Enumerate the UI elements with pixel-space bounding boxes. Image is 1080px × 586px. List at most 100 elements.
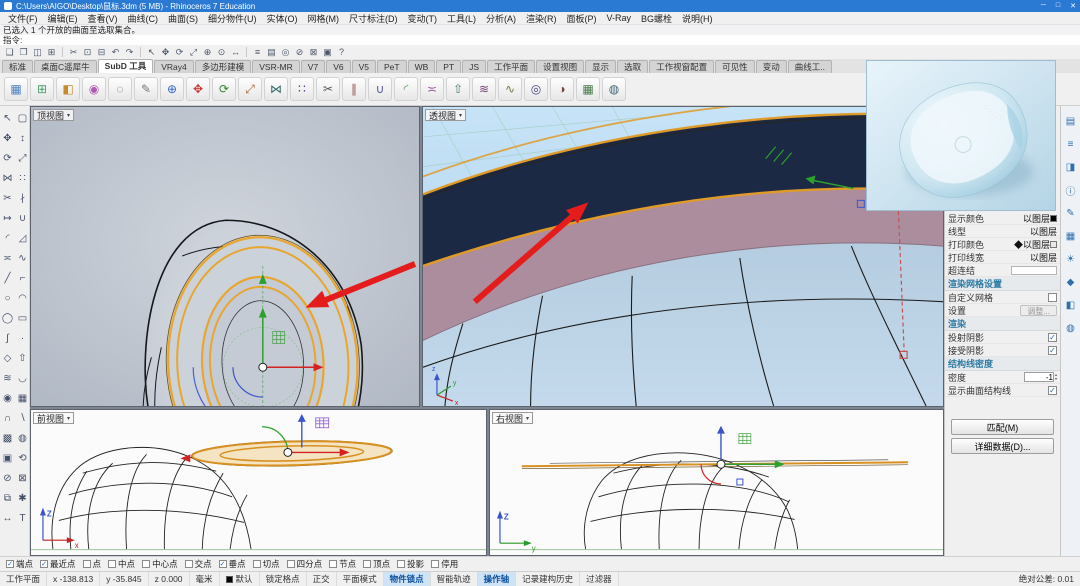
checkbox[interactable]: ✓	[1048, 332, 1057, 342]
spinner-down-icon[interactable]: ▾	[1055, 377, 1057, 381]
toolbar-tab[interactable]: V5	[351, 60, 376, 73]
fillet-icon[interactable]: ◜	[0, 228, 15, 248]
sweep-icon[interactable]: ◡	[15, 368, 30, 388]
point-icon[interactable]: ·	[15, 328, 30, 348]
lock-object-icon[interactable]: ⊠	[307, 46, 320, 58]
panel-row-value[interactable]: 以图层	[1030, 251, 1057, 264]
menu-item[interactable]: 分析(A)	[481, 12, 521, 25]
status-toggle[interactable]: 物件锁点	[383, 572, 431, 586]
array-tool-icon[interactable]: ∷	[290, 77, 314, 101]
status-toggle[interactable]: 智能轨迹	[431, 572, 478, 586]
osnap-item[interactable]: 中心点	[142, 558, 178, 570]
osnap-checkbox[interactable]	[82, 560, 91, 568]
osnap-item[interactable]: ✓ 最近点	[40, 558, 76, 570]
offset-icon[interactable]: ≍	[0, 248, 15, 268]
density-input[interactable]	[1023, 372, 1054, 382]
curve-icon[interactable]: ∫	[0, 328, 15, 348]
menu-item[interactable]: 渲染(R)	[521, 12, 562, 25]
patch-icon[interactable]: ▦	[15, 388, 30, 408]
revolve-icon[interactable]: ◉	[0, 388, 15, 408]
osnap-checkbox[interactable]	[184, 560, 193, 568]
move-icon[interactable]: ✥	[0, 128, 15, 148]
zoom-window-icon[interactable]: ⊕	[201, 46, 214, 58]
panel-row-value[interactable]: ◆以图层	[1014, 238, 1050, 251]
split-tool-icon[interactable]: ∥	[342, 77, 366, 101]
osnap-item[interactable]: 交点	[184, 558, 212, 570]
osnap-item[interactable]: 切点	[252, 558, 280, 570]
shaded-view-icon[interactable]: ◧	[56, 77, 80, 101]
status-toggle[interactable]: 正交	[307, 572, 337, 586]
mesh-icon[interactable]: ▩	[0, 428, 15, 448]
viewport-label-perspective[interactable]: 透视图 ▾	[425, 109, 467, 121]
copy-icon[interactable]: ⊡	[81, 46, 94, 58]
new-file-icon[interactable]: ❏	[3, 46, 16, 58]
cage-edit-icon[interactable]: ▣	[0, 448, 15, 468]
menu-item[interactable]: 工具(L)	[442, 12, 481, 25]
viewport-label-front[interactable]: 前视图 ▾	[33, 412, 75, 424]
sweep-tool-icon[interactable]: ∿	[498, 77, 522, 101]
rendered-view-icon[interactable]: ◉	[82, 77, 106, 101]
viewport-label-right[interactable]: 右视图 ▾	[492, 412, 534, 424]
color-swatch[interactable]	[1050, 240, 1057, 248]
offset-tool-icon[interactable]: ≍	[420, 77, 444, 101]
paste-icon[interactable]: ⊟	[95, 46, 108, 58]
boolean-tool-icon[interactable]: ◑	[550, 77, 574, 101]
rendering-panel-tab-icon[interactable]: ◧	[1063, 298, 1078, 313]
menu-item[interactable]: 面板(P)	[562, 12, 602, 25]
help-icon[interactable]: ?	[335, 46, 348, 58]
panel-row-value[interactable]: 以图层	[1030, 225, 1057, 238]
join-tool-icon[interactable]: ∪	[368, 77, 392, 101]
toolbar-tab[interactable]: 桌面C遥犀牛	[34, 60, 97, 73]
status-toggle[interactable]: 平面模式	[337, 572, 384, 586]
zoom-extents-icon[interactable]: ⊙	[215, 46, 228, 58]
mirror-icon[interactable]: ⋈	[0, 168, 15, 188]
print-icon[interactable]: ⊞	[45, 46, 58, 58]
osnap-checkbox[interactable]	[252, 560, 261, 568]
checkbox[interactable]: ✓	[1048, 385, 1057, 395]
command-prompt-input[interactable]: 指令:	[0, 35, 1080, 45]
toolbar-tab[interactable]: VSR-MR	[252, 60, 300, 73]
join-icon[interactable]: ∪	[15, 208, 30, 228]
open-file-icon[interactable]: ❐	[17, 46, 30, 58]
viewport-menu-arrow-icon[interactable]: ▾	[67, 112, 70, 119]
menu-item[interactable]: 曲线(C)	[123, 12, 164, 25]
rotate-tool-icon[interactable]: ⟳	[212, 77, 236, 101]
viewport-right[interactable]: Z y 右视图 ▾	[489, 409, 944, 556]
menu-item[interactable]: 实体(O)	[262, 12, 303, 25]
scale-icon[interactable]: ⤢	[187, 46, 200, 58]
subd-tool-icon[interactable]: ◍	[602, 77, 626, 101]
polyline-icon[interactable]: ⌐	[15, 268, 30, 288]
split-icon[interactable]: ∤	[15, 188, 30, 208]
menu-item[interactable]: 文件(F)	[3, 12, 43, 25]
history-icon[interactable]: ⟲	[15, 448, 30, 468]
extrude-tool-icon[interactable]: ⇧	[446, 77, 470, 101]
libraries-panel-tab-icon[interactable]: ▦	[1063, 229, 1078, 244]
loft-tool-icon[interactable]: ≋	[472, 77, 496, 101]
group-icon[interactable]: ⧉	[0, 488, 15, 508]
osnap-item[interactable]: 投影	[397, 558, 424, 570]
dimension-icon[interactable]: ↔	[0, 508, 15, 528]
ellipse-icon[interactable]: ◯	[0, 308, 15, 328]
rotate-icon[interactable]: ⟳	[173, 46, 186, 58]
osnap-item[interactable]: 中点	[108, 558, 135, 570]
viewport-menu-arrow-icon[interactable]: ▾	[459, 112, 462, 119]
hide-icon[interactable]: ⊘	[0, 468, 15, 488]
boolean-difference-icon[interactable]: ∖	[15, 408, 30, 428]
osnap-checkbox[interactable]: ✓	[6, 560, 14, 568]
toolbar-tab[interactable]: V7	[300, 60, 326, 73]
color-swatch[interactable]	[1050, 214, 1057, 222]
osnap-checkbox[interactable]	[363, 560, 372, 568]
toolbar-tab[interactable]: V6	[326, 60, 351, 73]
viewport-front[interactable]: Z x 前视图 ▾	[30, 409, 487, 556]
osnap-checkbox[interactable]	[329, 560, 338, 568]
array-icon[interactable]: ∷	[15, 168, 30, 188]
toolbar-tab[interactable]: PT	[436, 60, 462, 73]
density-spinner[interactable]: ▴▾	[1023, 372, 1057, 382]
menu-item[interactable]: 说明(H)	[677, 12, 718, 25]
menu-item[interactable]: 变动(T)	[403, 12, 443, 25]
properties-panel-tab-icon[interactable]: ▤	[1063, 114, 1078, 129]
osnap-checkbox[interactable]	[108, 560, 117, 568]
status-toggle[interactable]: 操作轴	[477, 572, 517, 586]
toolbar-tab[interactable]: 变动	[755, 60, 787, 73]
explode-icon[interactable]: ✱	[15, 488, 30, 508]
